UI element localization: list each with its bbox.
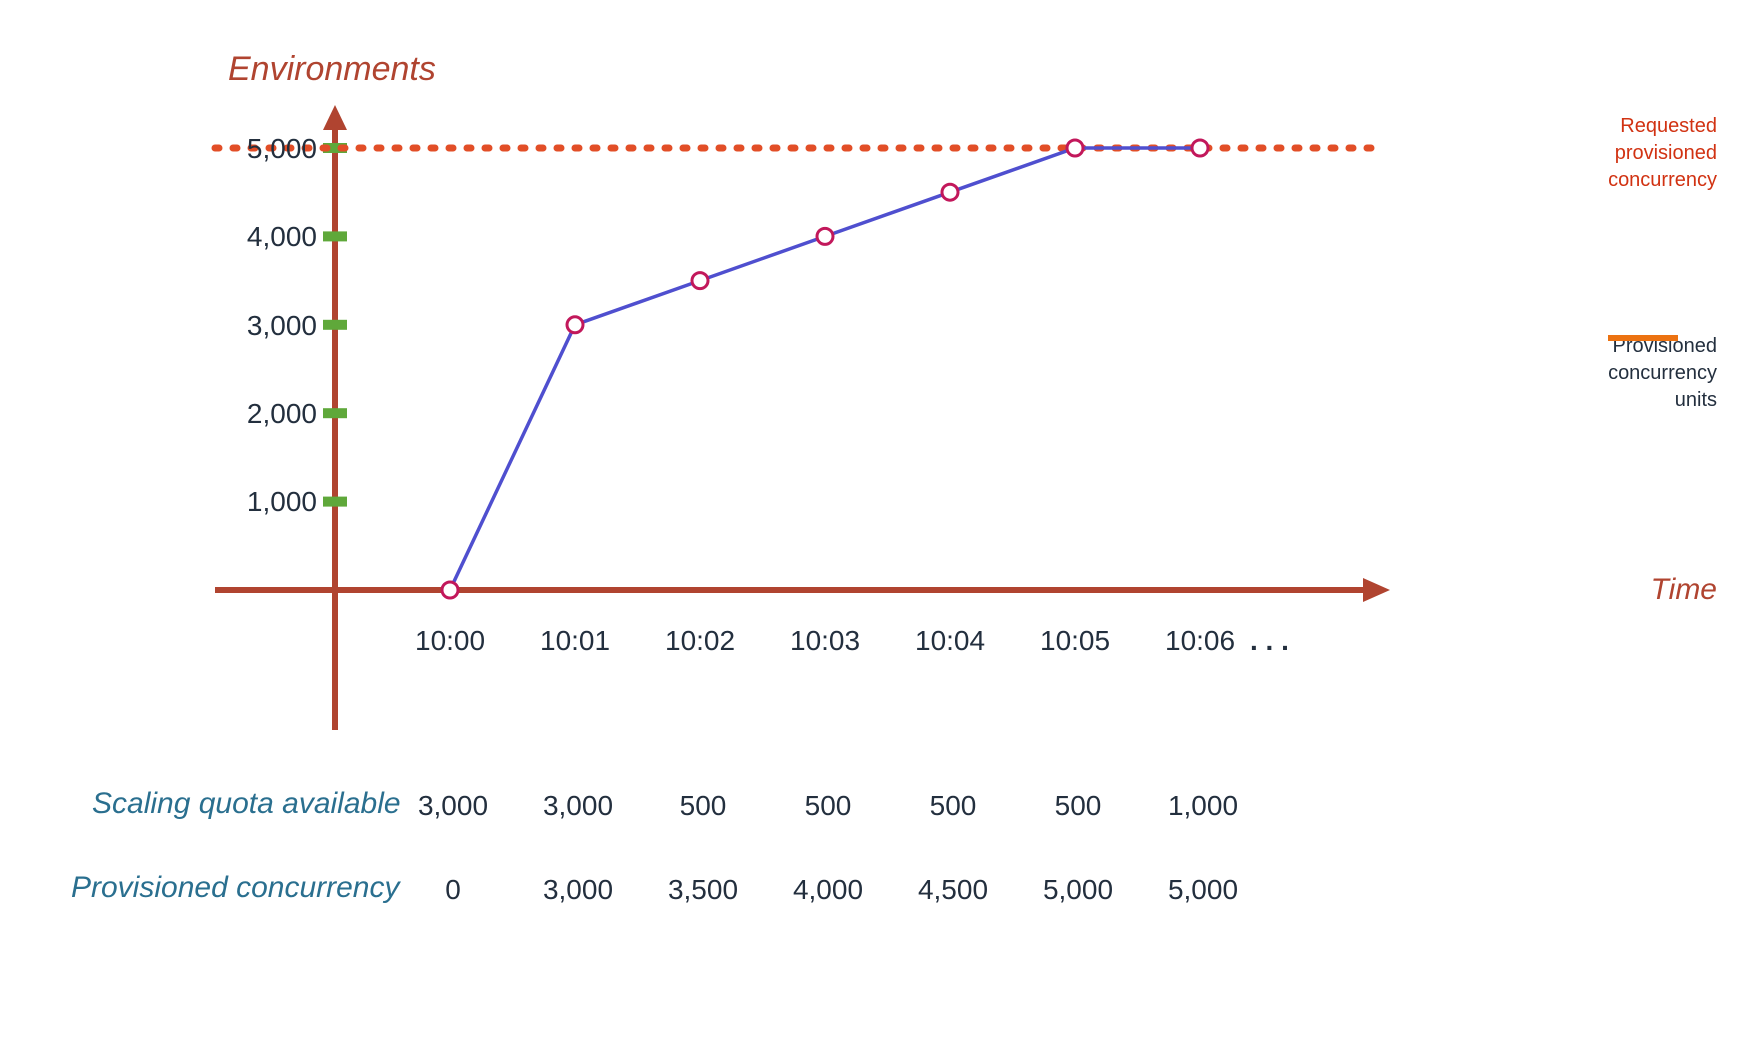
y-tick-label: 4,000 — [247, 221, 317, 253]
x-tick-label: 10:02 — [665, 625, 735, 657]
data-line — [450, 148, 1200, 590]
data-marker — [442, 582, 458, 598]
y-tick-mark — [323, 408, 347, 418]
table-cell: 500 — [908, 790, 998, 822]
y-tick-mark — [323, 497, 347, 507]
legend-provisioned: Provisionedconcurrencyunits — [1608, 333, 1717, 414]
table-cell: 4,000 — [783, 874, 873, 906]
legend-requested-text: Requestedprovisionedconcurrency — [1608, 113, 1717, 194]
table-cell: 3,000 — [533, 790, 623, 822]
table-cell: 5,000 — [1158, 874, 1248, 906]
table-cell: 3,500 — [658, 874, 748, 906]
x-tick-label: 10:05 — [1040, 625, 1110, 657]
y-tick-label: 2,000 — [247, 398, 317, 430]
y-tick-mark — [323, 320, 347, 330]
legend-requested: Requestedprovisionedconcurrency — [1608, 113, 1717, 194]
data-marker — [567, 317, 583, 333]
table-cell: 1,000 — [1158, 790, 1248, 822]
chart-svg — [30, 30, 1717, 1007]
table-row-label-scaling: Scaling quota available — [92, 787, 401, 821]
y-axis-arrow — [323, 105, 347, 130]
y-tick-label: 3,000 — [247, 310, 317, 342]
chart-container: Environments Time 1,000 2,000 3,000 4,00… — [30, 30, 1717, 1007]
x-tick-label: 10:01 — [540, 625, 610, 657]
y-tick-label: 1,000 — [247, 486, 317, 518]
table-cell: 0 — [408, 874, 498, 906]
y-tick-mark — [323, 231, 347, 241]
data-marker — [817, 228, 833, 244]
legend-provisioned-text: Provisionedconcurrencyunits — [1608, 333, 1717, 414]
table-row-label-provisioned: Provisioned concurrency — [71, 871, 400, 905]
x-axis-arrow — [1363, 578, 1390, 602]
x-tick-label: 10:06 — [1165, 625, 1235, 657]
table-cell: 500 — [783, 790, 873, 822]
x-tick-label: 10:04 — [915, 625, 985, 657]
data-marker — [692, 273, 708, 289]
y-tick-label: 5,000 — [247, 133, 317, 165]
data-marker — [1192, 140, 1208, 156]
table-cell: 500 — [658, 790, 748, 822]
x-ellipsis: . . . — [1250, 625, 1289, 657]
legend-prov-swatch — [1608, 333, 1678, 343]
x-tick-label: 10:03 — [790, 625, 860, 657]
data-marker — [942, 184, 958, 200]
table-cell: 4,500 — [908, 874, 998, 906]
data-marker — [1067, 140, 1083, 156]
table-cell: 500 — [1033, 790, 1123, 822]
x-tick-label: 10:00 — [415, 625, 485, 657]
table-cell: 5,000 — [1033, 874, 1123, 906]
table-cell: 3,000 — [408, 790, 498, 822]
table-cell: 3,000 — [533, 874, 623, 906]
